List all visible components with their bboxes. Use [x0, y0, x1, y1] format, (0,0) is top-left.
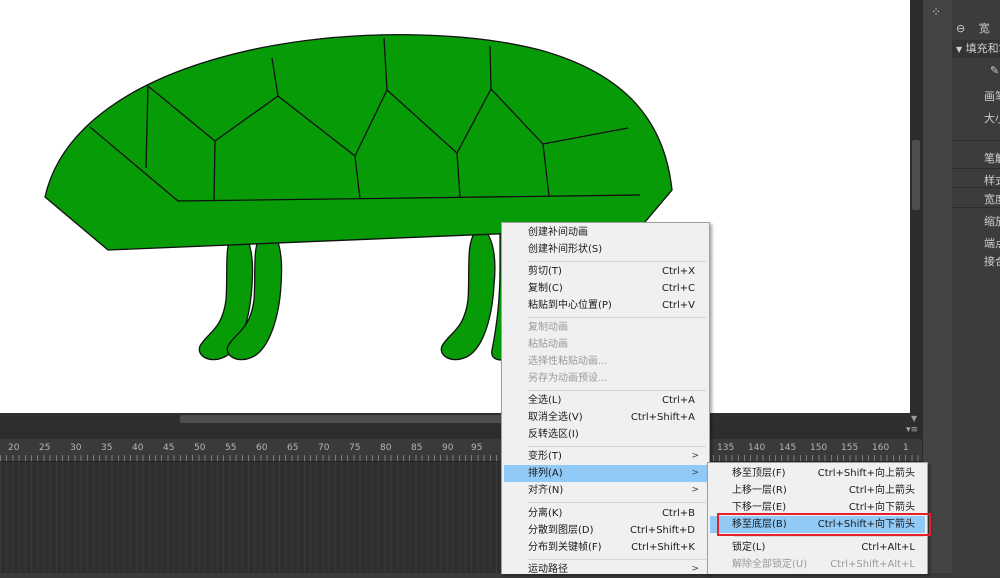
timeline-toolbar: ▾≡ — [0, 425, 922, 439]
section-fill-stroke[interactable]: ▼ 填充和笔 — [952, 40, 1000, 58]
join-label: 接合 — [984, 255, 1000, 268]
menu-item-create-shape-tween[interactable]: 创建补间形状(S) — [504, 241, 707, 258]
ruler-ticks — [0, 455, 922, 461]
ruler-label: 50 — [194, 443, 206, 453]
ruler-label: 150 — [810, 443, 828, 453]
turtle-leg — [440, 229, 496, 361]
collapse-arrow-icon: ▼ — [956, 45, 963, 54]
pen-label: 画笔 — [984, 90, 1000, 103]
highlight-callout-box — [717, 513, 931, 536]
menu-divider — [528, 446, 706, 447]
cap-label: 端点 — [984, 237, 1000, 250]
ruler-label: 20 — [8, 443, 20, 453]
ruler-label: 95 — [471, 443, 483, 453]
timeline-ruler[interactable]: 20 25 30 35 40 45 50 55 60 65 70 75 80 8… — [0, 439, 922, 462]
submenu-arrow-icon: > — [691, 485, 699, 495]
ruler-label: 160 — [872, 443, 890, 453]
ruler-label: 155 — [841, 443, 859, 453]
menu-divider — [528, 502, 706, 503]
stage-canvas[interactable] — [0, 0, 910, 413]
ruler-label: 80 — [380, 443, 392, 453]
brush-icon-row[interactable]: ✎ — [952, 64, 1000, 82]
menu-item-bring-to-front[interactable]: 移至顶层(F) Ctrl+Shift+向上箭头 — [710, 465, 925, 482]
turtle-drawing[interactable] — [0, 0, 910, 413]
ruler-label: 45 — [163, 443, 175, 453]
menu-divider — [528, 261, 706, 262]
menu-item-distribute-to-keyframes[interactable]: 分布到关键帧(F) Ctrl+Shift+K — [504, 539, 707, 556]
ruler-label: 1 — [903, 443, 909, 453]
menu-item-invert-selection[interactable]: 反转选区(I) — [504, 426, 707, 443]
menu-item-paste-motion: 粘贴动画 — [528, 339, 568, 350]
ruler-label: 30 — [70, 443, 82, 453]
menu-item-create-motion-tween[interactable]: 创建补间动画 — [504, 224, 707, 241]
menu-item-unlock-all: 解除全部锁定(U) Ctrl+Shift+Alt+L — [732, 559, 915, 570]
scale-label: 缩放 — [984, 215, 1000, 228]
ruler-label: 60 — [256, 443, 268, 453]
ruler-label: 85 — [411, 443, 423, 453]
menu-divider — [734, 536, 924, 537]
menu-item-save-motion-preset: 另存为动画预设... — [528, 373, 608, 384]
submenu-arrow-icon: > — [691, 468, 699, 478]
ruler-label: 35 — [101, 443, 113, 453]
menu-item-select-all[interactable]: 全选(L) Ctrl+A — [504, 392, 707, 409]
menu-item-deselect-all[interactable]: 取消全选(V) Ctrl+Shift+A — [504, 409, 707, 426]
link-row[interactable]: ⊖ 宽 — [952, 20, 1000, 38]
menu-divider — [528, 317, 706, 318]
stroke-label: 笔触 — [984, 152, 1000, 165]
turtle-shell — [44, 34, 673, 251]
menu-divider — [528, 390, 706, 391]
size-label: 大小 — [984, 112, 1000, 125]
brush-icon: ✎ — [990, 64, 1000, 77]
menu-item-arrange[interactable]: 排列(A) > — [504, 465, 707, 482]
menu-item-bring-forward[interactable]: 上移一层(R) Ctrl+向上箭头 — [710, 482, 925, 499]
ruler-label: 145 — [779, 443, 797, 453]
ruler-label: 25 — [39, 443, 51, 453]
ruler-label: 75 — [349, 443, 361, 453]
menu-item-cut[interactable]: 剪切(T) Ctrl+X — [504, 263, 707, 280]
properties-panel: ⊖ 宽 ▼ 填充和笔 ✎ 画笔 大小 笔触 样式 宽度 缩放 端点 接合 — [952, 0, 1000, 573]
menu-item-align[interactable]: 对齐(N) > — [504, 482, 707, 499]
scrollbar-thumb[interactable] — [912, 140, 920, 210]
submenu-arrow-icon: > — [691, 451, 699, 461]
menu-item-copy-motion: 复制动画 — [528, 322, 568, 333]
link-icon: ⊖ — [956, 22, 966, 35]
stage-horizontal-scrollbar[interactable] — [0, 413, 910, 425]
menu-item-break-apart[interactable]: 分离(K) Ctrl+B — [504, 505, 707, 522]
link-label: 宽 — [978, 22, 990, 35]
menu-divider — [528, 559, 706, 560]
section-label: 填充和笔 — [965, 42, 1000, 55]
stage-vertical-scrollbar[interactable]: ▼ — [910, 0, 922, 425]
ruler-label: 65 — [287, 443, 299, 453]
menu-item-paste-motion-special: 选择性粘贴动画... — [528, 356, 608, 367]
spray-brush-icon[interactable]: ⁘ — [931, 5, 941, 19]
ruler-label: 140 — [748, 443, 766, 453]
menu-item-transform[interactable]: 变形(T) > — [504, 448, 707, 465]
menu-item-motion-path[interactable]: 运动路径 > — [504, 561, 707, 578]
ruler-label: 55 — [225, 443, 237, 453]
submenu-arrow-icon: > — [691, 564, 699, 574]
ruler-label: 90 — [442, 443, 454, 453]
menu-item-lock[interactable]: 锁定(L) Ctrl+Alt+L — [710, 539, 925, 556]
scroll-down-icon[interactable]: ▼ — [911, 414, 917, 423]
ruler-label: 40 — [132, 443, 144, 453]
menu-item-copy[interactable]: 复制(C) Ctrl+C — [504, 280, 707, 297]
menu-item-distribute-to-layers[interactable]: 分散到图层(D) Ctrl+Shift+D — [504, 522, 707, 539]
context-menu: 创建补间动画 创建补间形状(S) 剪切(T) Ctrl+X 复制(C) Ctrl+C… — [501, 222, 710, 575]
ruler-label: 135 — [717, 443, 735, 453]
menu-item-paste-in-center[interactable]: 粘贴到中心位置(P) Ctrl+V — [504, 297, 707, 314]
panel-menu-icon[interactable]: ▾≡ — [906, 425, 918, 435]
ruler-label: 70 — [318, 443, 330, 453]
